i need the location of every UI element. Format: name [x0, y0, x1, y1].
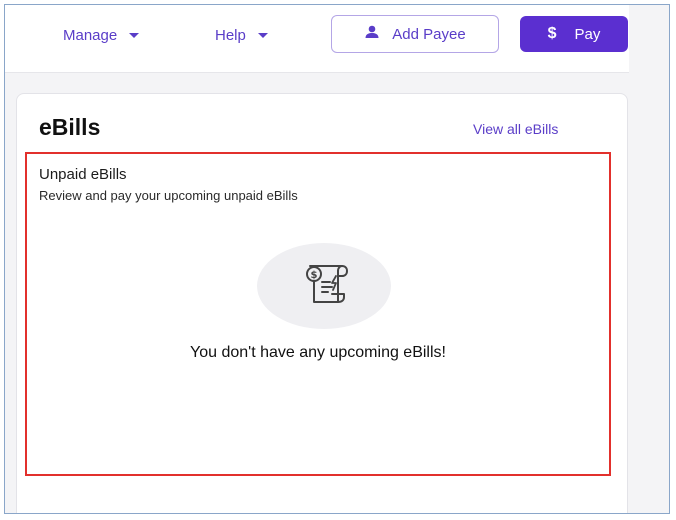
manage-menu-label: Manage	[63, 26, 118, 44]
empty-state-message: You don't have any upcoming eBills!	[190, 344, 446, 361]
caret-down-icon	[257, 32, 268, 38]
app-frame: Manage Help Add Payee $ Pay eBills View …	[4, 4, 670, 514]
person-icon	[364, 25, 380, 43]
pay-button[interactable]: $ Pay	[520, 16, 628, 52]
unpaid-ebills-section: Unpaid eBills Review and pay your upcomi…	[25, 152, 611, 476]
add-payee-label: Add Payee	[392, 25, 466, 43]
help-menu[interactable]: Help	[215, 24, 268, 46]
top-navigation-bar: Manage Help Add Payee $ Pay	[5, 5, 629, 73]
caret-down-icon	[129, 32, 140, 38]
manage-menu[interactable]: Manage	[63, 24, 140, 46]
pay-label: Pay	[574, 25, 601, 43]
empty-state-illustration: $	[257, 243, 391, 329]
bill-scroll-icon: $	[292, 260, 356, 313]
help-menu-label: Help	[215, 26, 246, 44]
view-all-ebills-link[interactable]: View all eBills	[473, 121, 558, 137]
ebills-title: eBills	[39, 114, 101, 140]
unpaid-ebills-subtitle: Review and pay your upcoming unpaid eBil…	[39, 188, 298, 203]
svg-text:$: $	[311, 270, 318, 281]
unpaid-ebills-title: Unpaid eBills	[39, 166, 127, 183]
dollar-icon: $	[547, 25, 557, 42]
add-payee-button[interactable]: Add Payee	[331, 15, 499, 53]
ebills-card: eBills View all eBills Unpaid eBills Rev…	[16, 93, 628, 513]
